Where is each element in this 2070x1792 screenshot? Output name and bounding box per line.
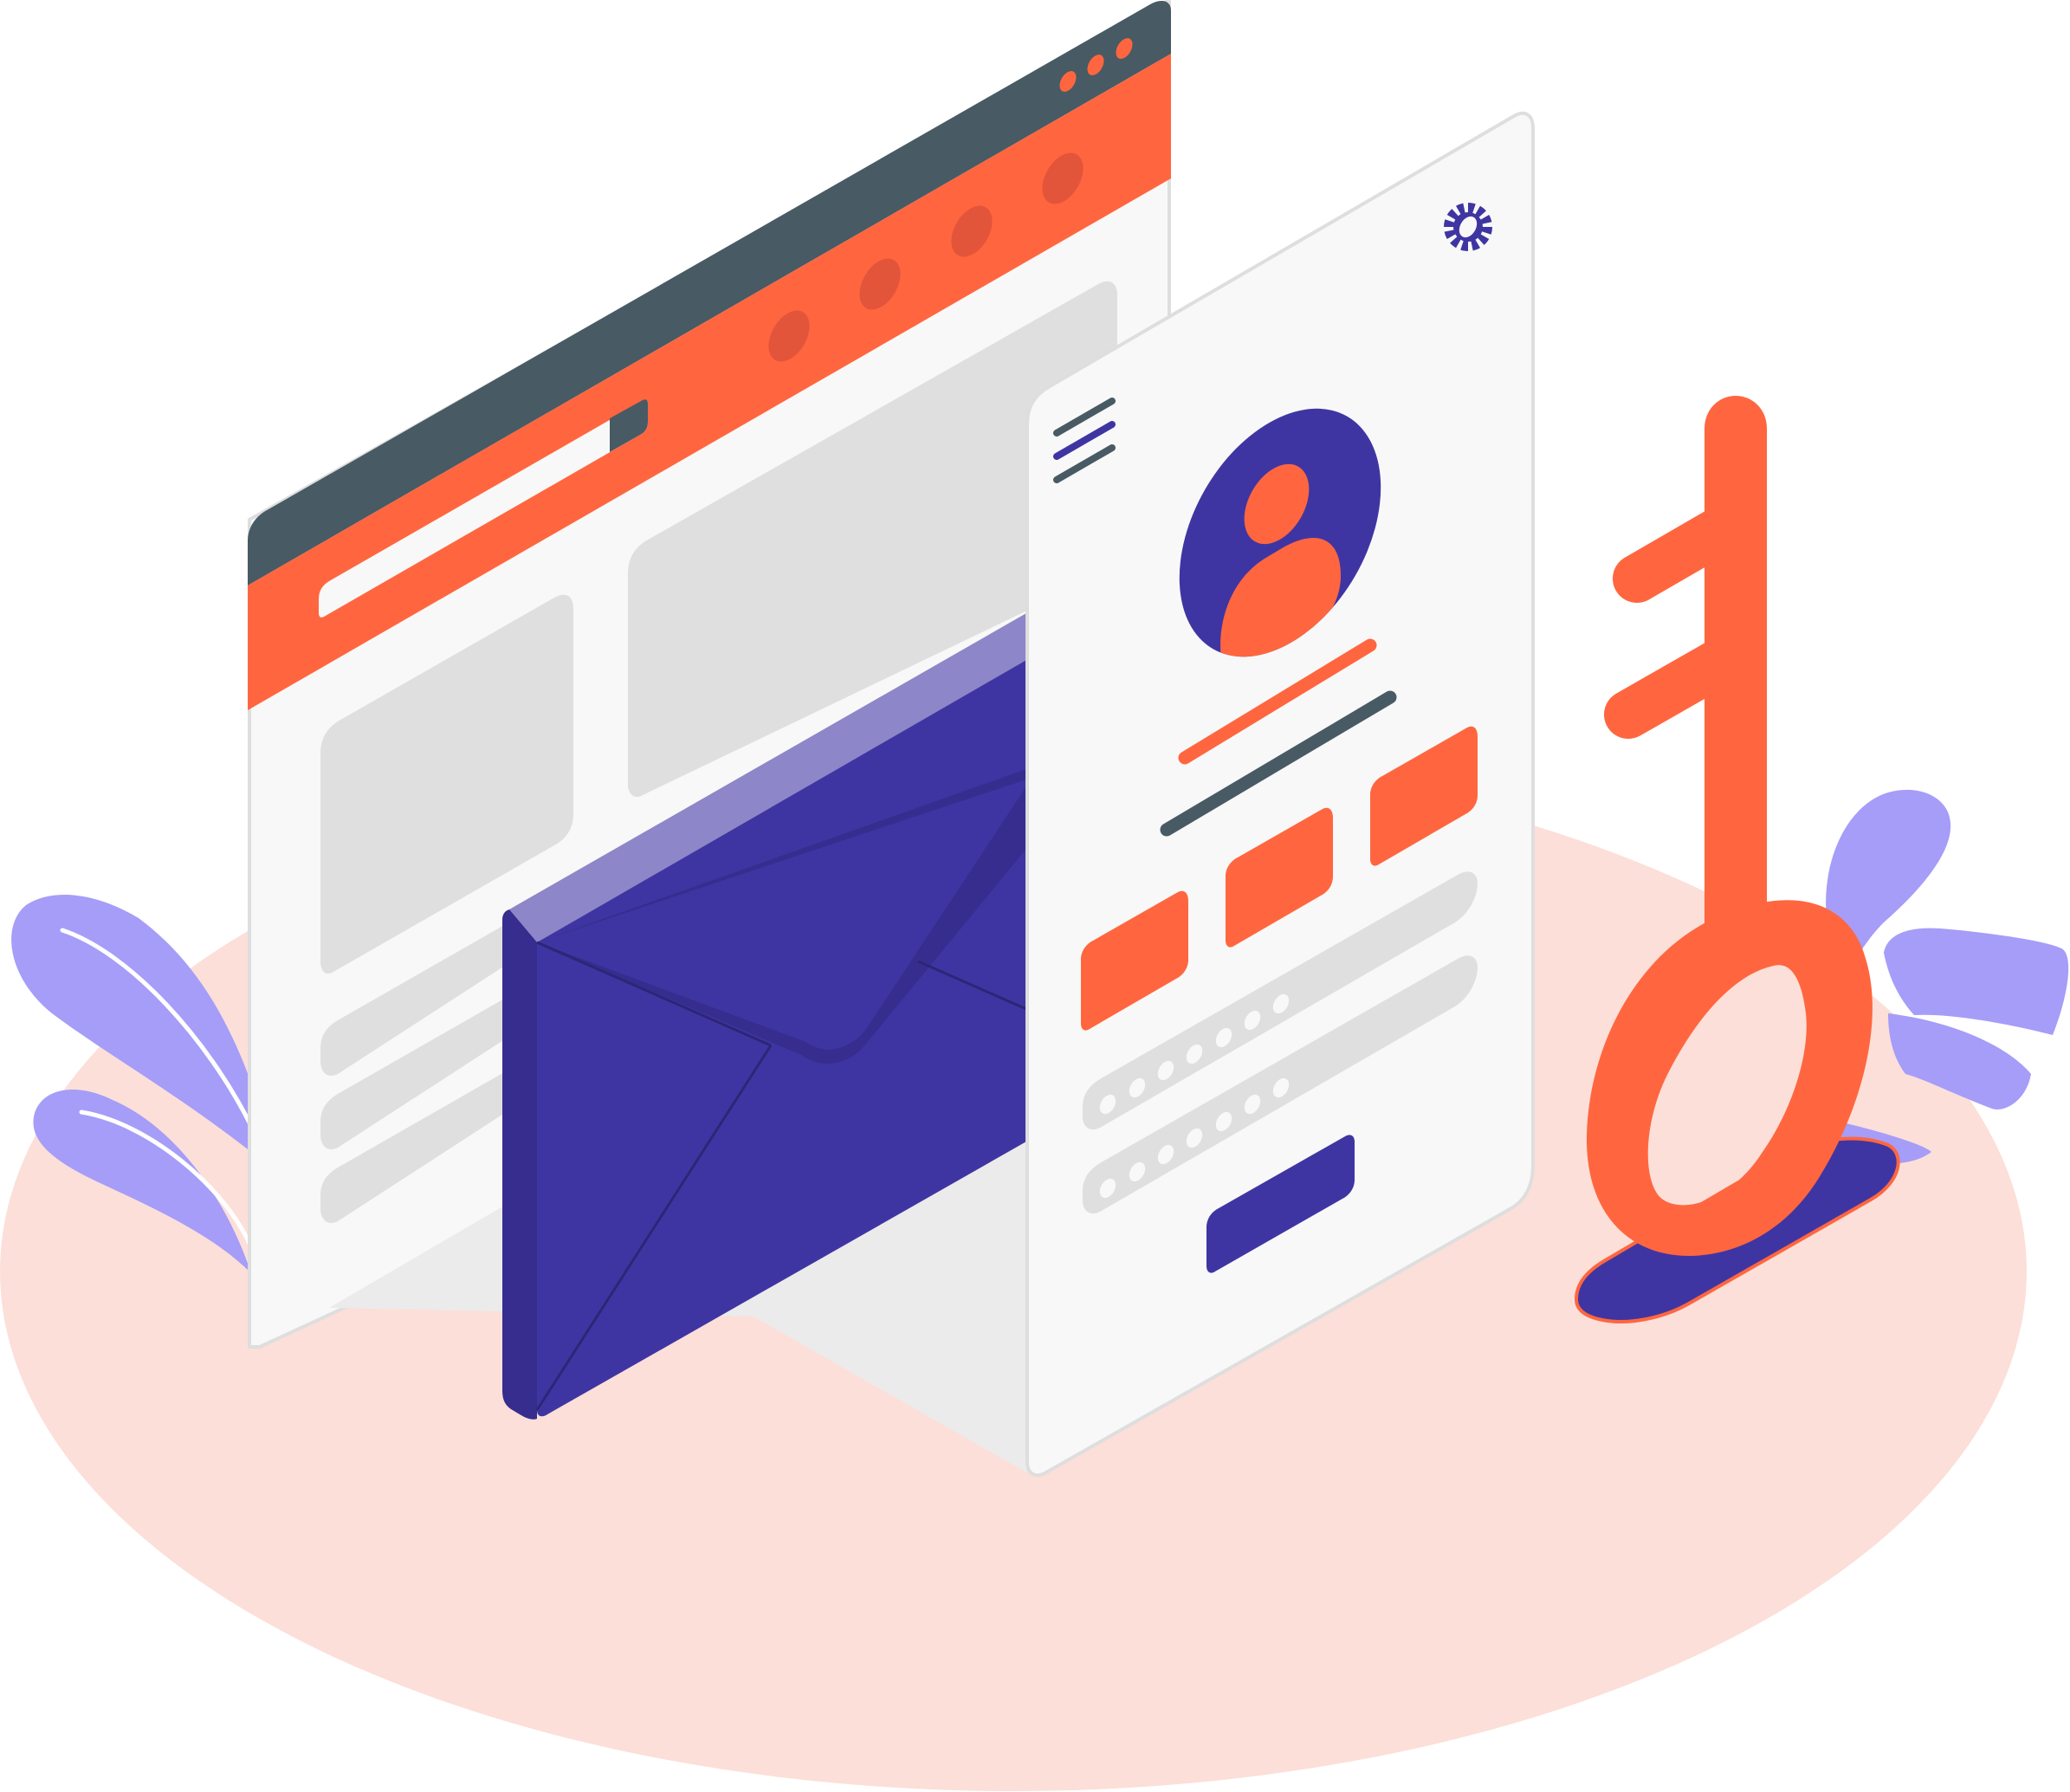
settings-gear-icon (1444, 203, 1492, 251)
login-security-illustration (0, 0, 2070, 1792)
envelope-side (502, 909, 537, 1420)
illustration-canvas (0, 0, 2069, 1791)
